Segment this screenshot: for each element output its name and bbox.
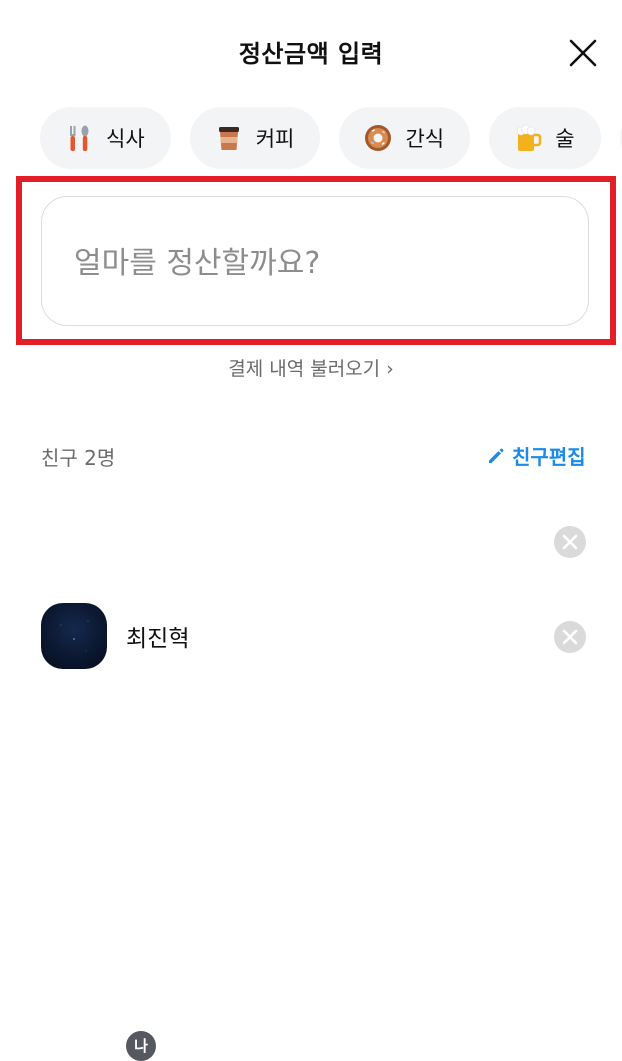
pencil-icon	[489, 448, 504, 463]
edit-friends-button[interactable]: 친구편집	[486, 441, 586, 470]
header: 정산금액 입력	[0, 0, 622, 100]
avatar	[41, 603, 107, 669]
category-label: 간식	[405, 127, 445, 151]
category-chip-drink[interactable]: 술	[489, 107, 601, 169]
category-label: 커피	[255, 127, 295, 151]
category-label: 식사	[106, 127, 145, 151]
page-title: 정산금액 입력	[238, 40, 384, 68]
close-icon[interactable]	[566, 36, 600, 70]
category-chip-coffee[interactable]: 커피	[189, 107, 321, 169]
friends-count: 친구 2명	[41, 446, 116, 470]
category-chip-snack[interactable]: 간식	[339, 107, 471, 169]
remove-circle-icon	[554, 621, 586, 653]
coffee-cup-icon	[214, 123, 244, 153]
remove-friend-button[interactable]	[553, 620, 587, 654]
donut-icon	[363, 123, 393, 153]
edit-friends-label: 친구편집	[512, 445, 586, 469]
amount-field[interactable]	[41, 196, 589, 326]
category-label: 술	[555, 127, 575, 151]
remove-friend-button[interactable]	[553, 525, 587, 559]
amount-input[interactable]	[72, 237, 556, 289]
category-chip-meal[interactable]: 식사	[40, 107, 171, 169]
fork-knife-icon	[64, 123, 94, 153]
category-chips: 식사 커피 간식 술	[40, 107, 622, 169]
me-badge: 나	[126, 1031, 156, 1061]
beer-icon	[513, 123, 543, 153]
remove-circle-icon	[554, 526, 586, 558]
load-payment-history-link[interactable]: 결제 내역 불러오기 ›	[0, 354, 622, 381]
friend-row-me: 나	[0, 504, 622, 1061]
friend-name: 최진혁	[126, 626, 190, 652]
